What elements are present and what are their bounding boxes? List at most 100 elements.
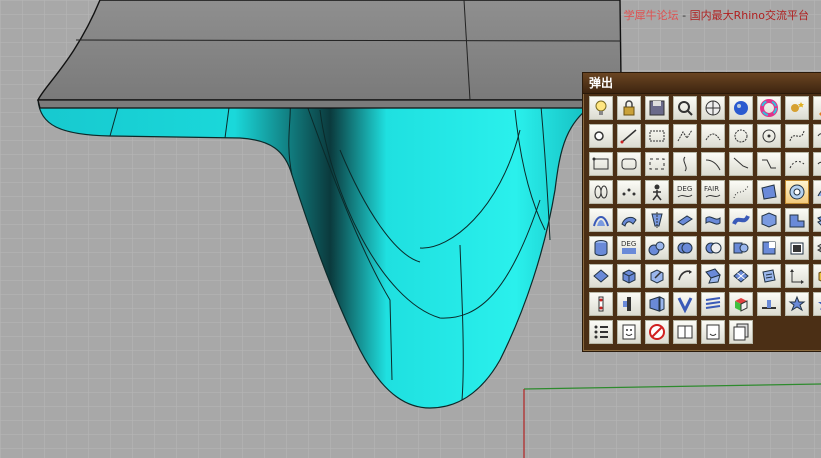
- point-button[interactable]: [589, 124, 613, 148]
- top-slab[interactable]: [36, 0, 622, 109]
- save-button[interactable]: [645, 96, 669, 120]
- box-button[interactable]: [617, 264, 641, 288]
- rectangle-icon: [649, 130, 665, 142]
- face-frame-button[interactable]: [701, 320, 725, 344]
- zoom-window-icon: [678, 101, 693, 116]
- cylinder-button[interactable]: [589, 236, 613, 260]
- popup-toolbar[interactable]: 弹出 DEG FAIR DEG: [582, 72, 821, 352]
- revolve-button[interactable]: [645, 208, 669, 232]
- spheres-button[interactable]: [645, 236, 669, 260]
- rect-corners-button[interactable]: [645, 152, 669, 176]
- face-button[interactable]: [617, 320, 641, 344]
- unroll-button[interactable]: [701, 264, 725, 288]
- solid-edit-icon: [650, 269, 664, 284]
- deg-surface-icon: DEG: [621, 240, 636, 254]
- plane-button[interactable]: [589, 264, 613, 288]
- surface-flat-button[interactable]: [673, 208, 697, 232]
- split-bar-button[interactable]: [617, 292, 641, 316]
- layers-button[interactable]: [813, 236, 821, 260]
- box-color-icon: [818, 271, 821, 282]
- grid-surface-icon: [733, 269, 749, 283]
- shell-button[interactable]: [785, 236, 809, 260]
- star-button[interactable]: [813, 292, 821, 316]
- curve-chain-button[interactable]: [785, 152, 809, 176]
- face-copy-button[interactable]: [729, 320, 753, 344]
- surface-fold-button[interactable]: [785, 208, 809, 232]
- sweep-button[interactable]: [617, 208, 641, 232]
- deg-icon: DEG: [677, 185, 693, 198]
- circle-button[interactable]: [729, 124, 753, 148]
- surface-patch-button[interactable]: [757, 180, 781, 204]
- plane-cut-button[interactable]: [757, 292, 781, 316]
- curve-step-button[interactable]: [757, 152, 781, 176]
- surface-rail-button[interactable]: [757, 208, 781, 232]
- circle-target-button[interactable]: [785, 180, 809, 204]
- render-sphere-button[interactable]: [701, 96, 725, 120]
- svg-text:DEG: DEG: [621, 240, 636, 248]
- boolean-split-button[interactable]: [729, 236, 753, 260]
- deg-surface-button[interactable]: DEG: [617, 236, 641, 260]
- pencil-button[interactable]: [813, 96, 821, 120]
- surface-edge-button[interactable]: [813, 180, 821, 204]
- panel-button[interactable]: [757, 264, 781, 288]
- boolean-diff-button[interactable]: [701, 236, 725, 260]
- circle-dot-button[interactable]: [757, 124, 781, 148]
- lock-button[interactable]: [617, 96, 641, 120]
- walker-button[interactable]: [645, 180, 669, 204]
- stripes-button[interactable]: [701, 292, 725, 316]
- line-button[interactable]: [617, 124, 641, 148]
- arc-button[interactable]: [701, 124, 725, 148]
- box-color-button[interactable]: [813, 264, 821, 288]
- surface-v-icon: [677, 297, 693, 314]
- dots-grid-icon: [594, 325, 608, 339]
- rectangle-points-button[interactable]: [589, 152, 613, 176]
- color-wheel-icon: [760, 99, 778, 117]
- curve-end-button[interactable]: [813, 152, 821, 176]
- surface-fold-icon: [789, 214, 805, 228]
- bracket-curve-button[interactable]: [673, 152, 697, 176]
- star-dots-button[interactable]: [785, 292, 809, 316]
- rounded-rect-button[interactable]: [617, 152, 641, 176]
- surface-split-button[interactable]: [645, 292, 669, 316]
- fair-button[interactable]: FAIR: [701, 180, 725, 204]
- curve-segment-button[interactable]: [701, 152, 725, 176]
- deg-button[interactable]: DEG: [673, 180, 697, 204]
- surface-blend-button[interactable]: [729, 208, 753, 232]
- grid-surface-button[interactable]: [729, 264, 753, 288]
- color-cube-icon: [735, 298, 748, 312]
- curve-points-button[interactable]: [617, 180, 641, 204]
- gear-stars-button[interactable]: [785, 96, 809, 120]
- spline-button[interactable]: [813, 124, 821, 148]
- surface-twist-button[interactable]: [701, 208, 725, 232]
- solid-edit-button[interactable]: [645, 264, 669, 288]
- svg-text:FAIR: FAIR: [704, 185, 719, 193]
- shaded-sphere-button[interactable]: [729, 96, 753, 120]
- split-dots-button[interactable]: [589, 292, 613, 316]
- surface-offset-icon: [817, 216, 821, 226]
- color-wheel-button[interactable]: [757, 96, 781, 120]
- loft-button[interactable]: [589, 208, 613, 232]
- dots-grid-button[interactable]: [589, 320, 613, 344]
- curve-step-icon: [762, 159, 776, 169]
- popup-toolbar-title[interactable]: 弹出: [583, 73, 821, 94]
- boolean-union-button[interactable]: [673, 236, 697, 260]
- cut-solid-button[interactable]: [757, 236, 781, 260]
- loft-icon: [593, 216, 609, 227]
- boolean-split-icon: [733, 242, 749, 254]
- dimension-icon: [790, 269, 804, 284]
- sweep-arrow-button[interactable]: [673, 264, 697, 288]
- curve-arrow-button[interactable]: [729, 152, 753, 176]
- polyline-button[interactable]: [673, 124, 697, 148]
- color-cube-button[interactable]: [729, 292, 753, 316]
- zoom-window-button[interactable]: [673, 96, 697, 120]
- sketch-curve-button[interactable]: [729, 180, 753, 204]
- cylinder-outline-button[interactable]: [589, 180, 613, 204]
- face-pair-button[interactable]: [673, 320, 697, 344]
- dimension-button[interactable]: [785, 264, 809, 288]
- surface-offset-button[interactable]: [813, 208, 821, 232]
- no-face-button[interactable]: [645, 320, 669, 344]
- lightbulb-button[interactable]: [589, 96, 613, 120]
- rectangle-button[interactable]: [645, 124, 669, 148]
- surface-v-button[interactable]: [673, 292, 697, 316]
- curve-button[interactable]: [785, 124, 809, 148]
